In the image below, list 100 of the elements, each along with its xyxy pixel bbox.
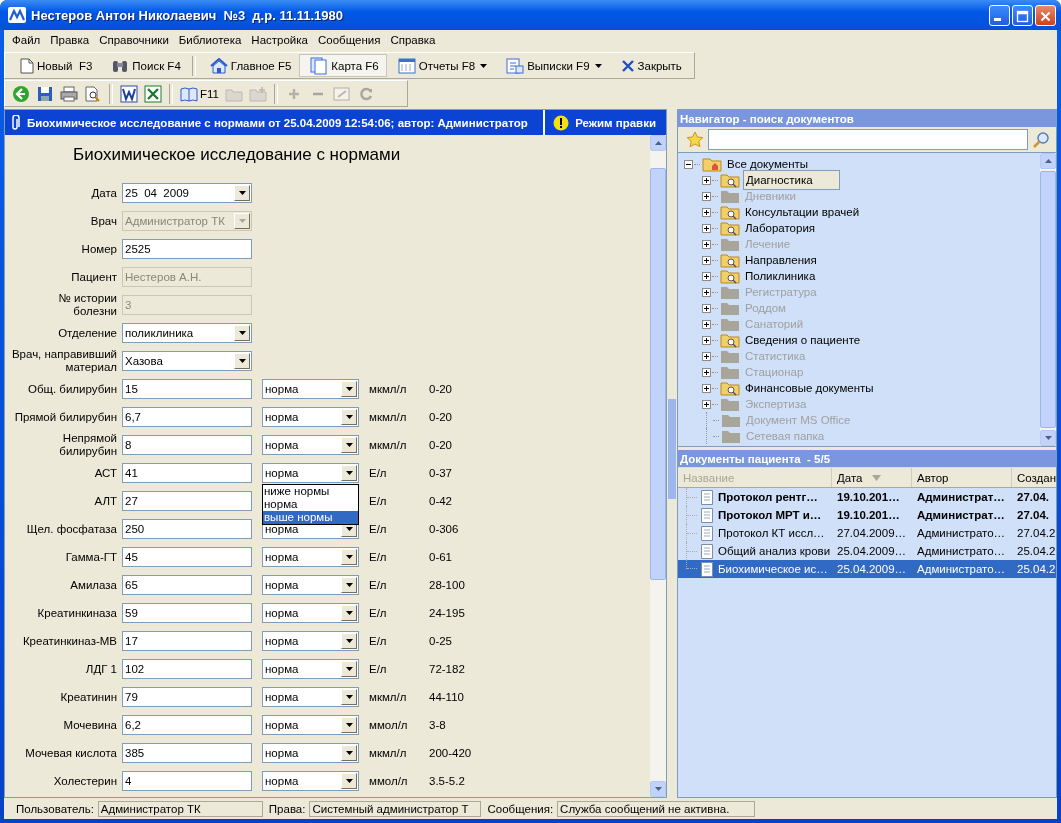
result-field[interactable]: 8 [122,435,252,455]
table-cell: Администрат… [917,509,1005,521]
dropdown-option[interactable]: выше нормы [263,511,358,524]
combo-box[interactable]: поликлиника [122,323,252,343]
tree-item[interactable]: Лаборатория [743,220,818,236]
scrollbar[interactable] [1040,153,1056,446]
document-row[interactable]: Протокол МРТ и… 19.10.201… Администрат… 27.04. [678,506,1056,524]
result-field[interactable]: 45 [122,547,252,567]
scrollbar[interactable] [650,135,666,797]
spreadsheet-icon[interactable] [141,82,165,105]
caret-icon [345,443,353,447]
combo-box[interactable]: Хазова [122,351,252,371]
collapse-icon[interactable] [684,159,693,169]
minimize-button[interactable] [989,4,1010,26]
result-field[interactable]: 6,7 [122,407,252,427]
toolbar-button[interactable]: Новый F3 [9,54,101,77]
tree-item[interactable]: Поликлиника [743,268,818,284]
status-combo-box[interactable]: норма [262,435,359,455]
test-name: АСТ [93,466,117,480]
toolbar-button[interactable]: Главное F5 [198,54,300,77]
unit-label: Е/л [369,467,388,479]
result-field[interactable]: 385 [122,743,252,763]
status-combo-box[interactable]: норма [262,379,359,399]
result-field[interactable]: 15 [122,379,252,399]
menu-item[interactable]: Справочники [94,34,174,46]
field-label: Отделение [57,326,117,340]
tree-item[interactable]: Диагностика [743,170,840,190]
expand-icon[interactable] [702,271,711,281]
expand-icon[interactable] [702,175,711,185]
document-row[interactable]: Протокол рентг… 19.10.201… Администрат… 27.04. [678,488,1056,506]
dropdown-option[interactable]: норма [263,498,358,511]
toolbar-button[interactable]: F11 [177,82,222,105]
tree-item[interactable]: Сведения о пациенте [743,332,863,348]
expand-icon[interactable] [702,255,711,265]
result-field[interactable]: 59 [122,603,252,623]
input-field[interactable]: 2525 [122,239,252,259]
result-field[interactable]: 102 [122,659,252,679]
caret-icon [345,527,353,531]
table-cell: 25.04.2 [1017,545,1056,557]
status-combo-box[interactable]: норма [262,771,359,791]
tree-item[interactable]: Консультации врачей [743,204,862,220]
toolbar-button[interactable]: Закрыть [609,54,690,77]
combo-box[interactable]: 25 04 2009 [122,183,252,203]
search-field[interactable] [708,129,1028,150]
result-field[interactable]: 65 [122,575,252,595]
unit-label: мкмл/л [369,383,408,395]
reference-range: 0-20 [429,383,453,395]
result-field[interactable]: 4 [122,771,252,791]
menu-item[interactable]: Настройка [246,34,313,46]
column-header[interactable]: Автор [912,468,1012,487]
tree-item[interactable]: Направления [743,252,819,268]
menu-item[interactable]: Сообщения [312,34,386,46]
column-header[interactable]: Создан [1012,468,1056,487]
toolbar-button[interactable]: Выписки F9 [495,54,610,77]
close-icon [620,58,635,73]
column-header[interactable]: Дата [832,468,912,487]
status-field: Служба сообщений не активна. [557,800,756,817]
document-icon [701,525,713,541]
result-field[interactable]: 79 [122,687,252,707]
menu-item[interactable]: Справка [385,34,441,46]
tree-item[interactable]: Финансовые документы [743,380,876,396]
table-cell: Администрато… [917,563,1006,575]
maximize-button[interactable] [1012,4,1033,26]
status-combo-box[interactable]: норма [262,715,359,735]
result-field[interactable]: 41 [122,463,252,483]
search-icon[interactable] [1032,130,1050,149]
status-combo-box[interactable]: норма [262,407,359,427]
toolbar-button[interactable]: Поиск F4 [100,54,189,77]
menu-item[interactable]: Библиотека [173,34,247,46]
result-field[interactable]: 6,2 [122,715,252,735]
status-combo-box[interactable]: норма [262,743,359,763]
status-combo-box[interactable]: норма [262,687,359,707]
toolbar-button[interactable]: Карта F6 [299,54,387,77]
status-combo-box[interactable]: норма [262,463,359,483]
result-field[interactable]: 27 [122,491,252,511]
result-field[interactable]: 17 [122,631,252,651]
word-icon[interactable] [117,82,141,105]
expand-icon[interactable] [702,207,711,217]
close-button[interactable] [1035,4,1056,26]
table-cell: Администрато… [917,545,1006,557]
status-combo-box[interactable]: норма [262,631,359,651]
star-icon[interactable] [686,130,704,149]
document-row[interactable]: Биохимическое ис… 25.04.2009… Администрато… 25.04.2 [678,560,1056,578]
status-combo-box[interactable]: норма [262,603,359,623]
menu-item[interactable]: Файл [7,34,46,46]
status-combo-box[interactable]: норма [262,659,359,679]
toolbar-button[interactable]: Отчеты F8 [386,54,496,77]
field-label: № истории болезни [57,292,117,318]
expand-icon[interactable] [702,223,711,233]
status-combo-box[interactable]: норма [262,575,359,595]
document-row[interactable]: Протокол КТ иссл… 27.04.2009… Администрато… 27.04.2 [678,524,1056,542]
result-field[interactable]: 250 [122,519,252,539]
document-icon [701,489,713,505]
status-combo-box[interactable]: норма [262,547,359,567]
expand-icon[interactable] [702,335,711,345]
expand-icon[interactable] [702,383,711,393]
tree-item[interactable]: Все документы [725,156,811,172]
dropdown-option[interactable]: ниже нормы [263,485,358,498]
caret-icon [345,751,353,755]
menu-item[interactable]: Правка [45,34,95,46]
